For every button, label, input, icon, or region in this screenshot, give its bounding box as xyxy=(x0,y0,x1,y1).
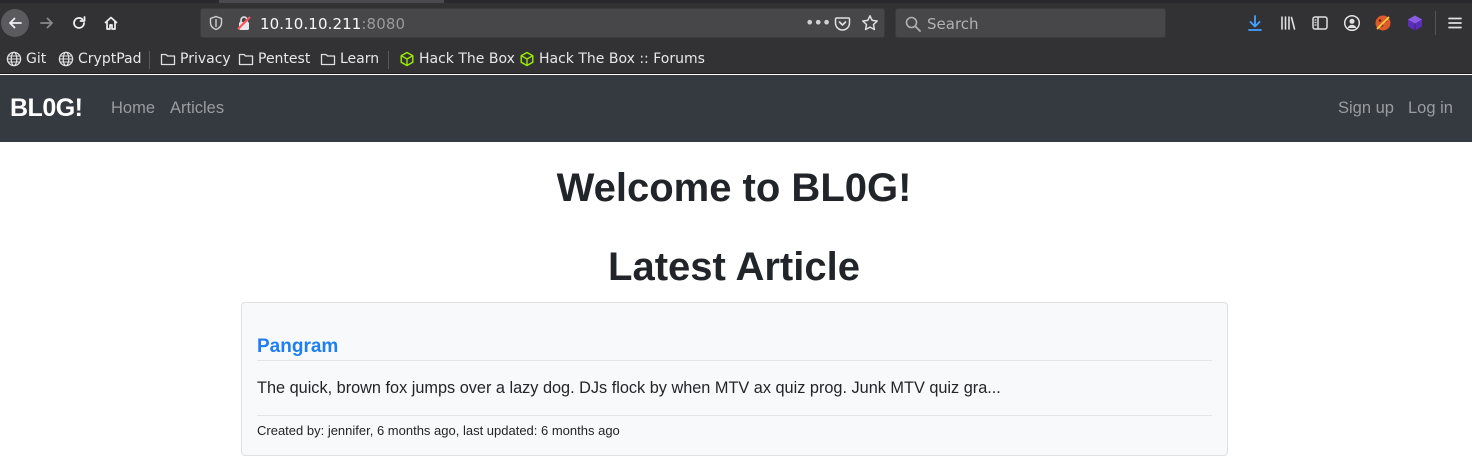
url-port: :8080 xyxy=(361,15,406,33)
article-card: Pangram The quick, brown fox jumps over … xyxy=(241,302,1228,456)
folder-icon xyxy=(320,53,336,66)
url-bar[interactable]: 10.10.10.211:8080 ••• xyxy=(200,8,885,38)
url-host: 10.10.10.211 xyxy=(260,15,362,33)
article-meta: Created by: jennifer, 6 months ago, last… xyxy=(257,423,620,438)
latest-article-heading: Latest Article xyxy=(608,245,860,289)
home-icon xyxy=(104,16,118,30)
bookmark-hack-the-box-forums[interactable]: Hack The Box :: Forums xyxy=(519,50,705,68)
bookmark-folder-privacy[interactable]: Privacy xyxy=(160,50,231,68)
cube-extension-icon[interactable] xyxy=(1406,14,1424,32)
article-title-link[interactable]: Pangram xyxy=(257,336,338,358)
bookmark-label: Learn xyxy=(340,51,380,67)
back-button[interactable] xyxy=(1,9,29,37)
sidebar-toggle-icon[interactable] xyxy=(1311,14,1329,32)
nav-articles-link[interactable]: Articles xyxy=(170,99,224,118)
nav-login-link[interactable]: Log in xyxy=(1408,99,1453,118)
globe-icon xyxy=(58,51,74,67)
cookie-extension-icon[interactable] xyxy=(1374,14,1392,32)
bookmark-star-icon[interactable] xyxy=(861,14,879,32)
card-divider xyxy=(257,360,1212,361)
bookmark-cryptpad[interactable]: CryptPad xyxy=(58,50,141,68)
tracking-shield-icon[interactable] xyxy=(209,15,223,31)
bookmark-folder-learn[interactable]: Learn xyxy=(320,50,379,68)
bookmark-git[interactable]: Git xyxy=(6,50,46,68)
download-icon[interactable] xyxy=(1246,14,1264,32)
search-placeholder: Search xyxy=(927,15,979,33)
folder-icon xyxy=(238,53,254,66)
bookmark-label: Hack The Box xyxy=(419,51,515,67)
search-bar[interactable]: Search xyxy=(895,8,1166,38)
bookmark-separator xyxy=(388,51,389,69)
browser-toolbar: 10.10.10.211:8080 ••• Search xyxy=(0,3,1472,43)
bookmarks-toolbar: Git CryptPad Privacy Pentest Learn Hack … xyxy=(0,43,1472,74)
site-navbar: BL0G! Home Articles Sign up Log in xyxy=(0,75,1472,142)
search-icon xyxy=(905,16,921,32)
htb-cube-icon xyxy=(520,51,534,67)
bookmark-folder-pentest[interactable]: Pentest xyxy=(238,50,310,68)
bookmark-label: Hack The Box :: Forums xyxy=(539,51,705,67)
bookmark-label: CryptPad xyxy=(78,51,142,67)
reload-icon xyxy=(73,16,86,29)
page-actions-menu-icon[interactable]: ••• xyxy=(805,13,831,32)
forward-button[interactable] xyxy=(33,9,61,37)
folder-icon xyxy=(160,53,176,66)
arrow-right-icon xyxy=(40,17,53,29)
nav-signup-link[interactable]: Sign up xyxy=(1338,99,1394,118)
bookmark-separator xyxy=(149,51,150,69)
nav-home-link[interactable]: Home xyxy=(111,99,155,118)
account-icon[interactable] xyxy=(1343,14,1361,32)
globe-icon xyxy=(6,51,22,67)
home-button[interactable] xyxy=(97,9,125,37)
article-excerpt: The quick, brown fox jumps over a lazy d… xyxy=(257,379,1001,397)
pocket-icon[interactable] xyxy=(834,15,851,32)
bookmark-label: Pentest xyxy=(258,51,311,67)
bookmark-label: Privacy xyxy=(180,51,231,67)
welcome-heading: Welcome to BL0G! xyxy=(556,166,912,210)
htb-cube-icon xyxy=(400,51,414,67)
toolbar-separator xyxy=(1435,11,1436,35)
bookmark-hack-the-box[interactable]: Hack The Box xyxy=(399,50,515,68)
url-text[interactable]: 10.10.10.211:8080 xyxy=(260,15,405,33)
arrow-left-icon xyxy=(9,17,22,29)
bookmark-label: Git xyxy=(26,51,47,67)
hamburger-menu-icon[interactable] xyxy=(1446,14,1464,32)
site-brand-link[interactable]: BL0G! xyxy=(10,94,83,123)
card-divider xyxy=(257,415,1212,416)
insecure-lock-icon[interactable] xyxy=(236,15,252,31)
reload-button[interactable] xyxy=(65,9,93,37)
library-icon[interactable] xyxy=(1279,14,1297,32)
